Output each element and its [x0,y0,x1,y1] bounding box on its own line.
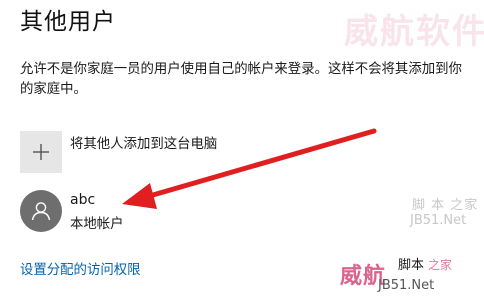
watermark-bottom-pink: 之家 [428,258,453,272]
person-icon [31,202,51,221]
settings-page: 威航软件网 其他用户 允许不是你家庭一员的用户使用自己的帐户来登录。这样不会将其… [0,0,484,300]
add-user-label[interactable]: 将其他人添加到这台电脑 [70,132,217,152]
assigned-access-link[interactable]: 设置分配的访问权限 [20,258,141,278]
watermark-top: 威航软件网 [344,12,484,52]
watermark-bottom-mid: 脚本 [398,258,425,273]
watermark-bottom-net: JB51.Net [378,278,435,293]
user-name: abc [70,192,96,208]
plus-icon [33,144,49,160]
add-other-user-button[interactable]: 将其他人添加到这台电脑 [20,131,320,173]
user-account-type: 本地帐户 [70,217,124,232]
avatar[interactable] [20,190,62,232]
page-description: 允许不是你家庭一员的用户使用自己的帐户来登录。这样不会将其添加到你的家庭中。 [20,62,462,97]
page-title: 其他用户 [20,9,116,35]
add-user-tile[interactable] [20,131,62,173]
watermark-small-top: 脚 本 之家 [412,198,479,213]
watermark-small-mid: JB51.Net [410,213,467,228]
user-account-item[interactable]: abc 本地帐户 [20,190,320,234]
